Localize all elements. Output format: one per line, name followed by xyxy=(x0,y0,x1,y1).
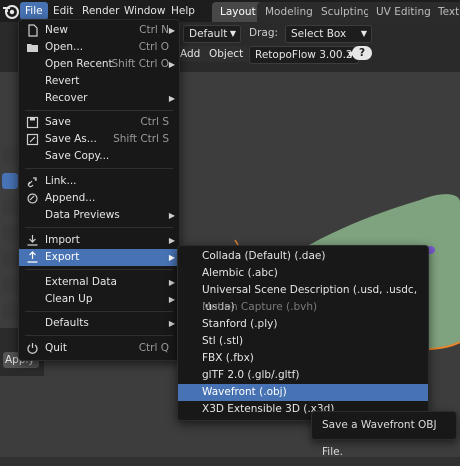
menu-item-save[interactable]: Save Ctrl S xyxy=(19,114,179,131)
menu-item-open-recent[interactable]: Open Recent Shift Ctrl O ▶ xyxy=(19,56,179,73)
append-icon xyxy=(27,193,38,204)
move-tool-icon[interactable] xyxy=(2,173,18,189)
export-item-ply[interactable]: Stanford (.ply) xyxy=(178,316,428,333)
menu-separator xyxy=(25,269,173,270)
chevron-right-icon: ▶ xyxy=(168,26,175,35)
rotate-tool-icon[interactable] xyxy=(2,199,18,215)
export-item-stl[interactable]: Stl (.stl) xyxy=(178,333,428,350)
chevron-right-icon: ▶ xyxy=(168,278,175,287)
menu-separator xyxy=(25,311,173,312)
chevron-right-icon: ▶ xyxy=(168,94,175,103)
menu-item-open[interactable]: Open... Ctrl O xyxy=(19,39,179,56)
menu-item-import[interactable]: Import ▶ xyxy=(19,232,179,249)
tab-texture[interactable]: Textu xyxy=(430,2,460,22)
orientation-dropdown[interactable]: Default ▼ xyxy=(183,25,241,43)
menu-file[interactable]: File xyxy=(20,2,48,20)
chevron-right-icon: ▶ xyxy=(168,211,175,220)
menu-separator xyxy=(25,168,173,169)
tab-modeling[interactable]: Modeling xyxy=(257,2,321,22)
menu-item-link[interactable]: Link... xyxy=(19,173,179,190)
export-item-alembic[interactable]: Alembic (.abc) xyxy=(178,265,428,282)
object-menu-button[interactable]: Object xyxy=(204,46,249,62)
chevron-right-icon: ▶ xyxy=(168,295,175,304)
menu-item-defaults[interactable]: Defaults ▶ xyxy=(19,315,179,332)
export-submenu: Collada (Default) (.dae) Alembic (.abc) … xyxy=(177,245,429,421)
menu-item-data-previews[interactable]: Data Previews ▶ xyxy=(19,207,179,224)
menu-item-save-as[interactable]: Save As... Shift Ctrl S xyxy=(19,131,179,148)
measure-tool-icon[interactable] xyxy=(2,303,18,319)
power-icon xyxy=(27,343,38,354)
menu-item-clean-up[interactable]: Clean Up ▶ xyxy=(19,291,179,308)
tab-uv-editing[interactable]: UV Editing xyxy=(368,2,439,22)
menu-help[interactable]: Help xyxy=(166,2,200,20)
new-file-icon xyxy=(28,24,38,37)
menu-item-recover[interactable]: Recover ▶ xyxy=(19,90,179,107)
menu-window[interactable]: Window xyxy=(119,2,170,20)
link-icon xyxy=(27,177,37,188)
drag-select-dropdown[interactable]: Select Box ▼ xyxy=(285,25,372,43)
orientation-value: Default xyxy=(189,28,228,40)
export-icon xyxy=(27,251,38,263)
save-as-icon xyxy=(26,133,39,146)
menu-item-export[interactable]: Export ▶ xyxy=(19,249,179,266)
blender-logo-icon[interactable] xyxy=(2,2,20,20)
annotate-tool-icon[interactable] xyxy=(2,277,18,293)
export-item-collada[interactable]: Collada (Default) (.dae) xyxy=(178,248,428,265)
export-item-fbx[interactable]: FBX (.fbx) xyxy=(178,350,428,367)
chevron-down-icon: ▼ xyxy=(360,29,367,38)
scale-tool-icon[interactable] xyxy=(2,225,18,241)
tooltip: Save a Wavefront OBJ File. xyxy=(311,411,457,458)
menu-item-append[interactable]: Append... xyxy=(19,190,179,207)
transform-tool-icon[interactable] xyxy=(2,251,18,267)
menu-separator xyxy=(25,335,173,336)
retopoflow-label: RetopoFlow 3.00.2 xyxy=(255,49,353,61)
menu-item-new[interactable]: New Ctrl N ▶ xyxy=(19,22,179,39)
import-icon xyxy=(27,235,38,246)
menu-separator xyxy=(25,227,173,228)
export-item-bvh: Motion Capture (.bvh) xyxy=(202,301,318,313)
menu-edit[interactable]: Edit xyxy=(48,2,78,20)
menu-separator xyxy=(25,110,173,111)
select-tool-icon[interactable] xyxy=(2,147,18,163)
file-menu: New Ctrl N ▶ Open... Ctrl O Open Recent … xyxy=(18,19,180,361)
save-icon xyxy=(26,116,39,129)
export-item-gltf[interactable]: glTF 2.0 (.glb/.gltf) xyxy=(178,367,428,384)
chevron-right-icon: ▶ xyxy=(168,319,175,328)
export-item-usd[interactable]: Universal Scene Description (.usd, .usdc… xyxy=(178,282,428,313)
menu-item-quit[interactable]: Quit Ctrl Q xyxy=(19,340,179,357)
menu-render[interactable]: Render xyxy=(77,2,124,20)
drag-value: Select Box xyxy=(291,28,347,40)
chevron-right-icon: ▶ xyxy=(168,253,175,262)
tab-layout[interactable]: Layout xyxy=(212,2,264,22)
chevron-right-icon: ▶ xyxy=(168,236,175,245)
folder-icon xyxy=(27,44,38,52)
drag-label: Drag: xyxy=(249,27,279,39)
help-icon[interactable]: ? xyxy=(352,46,372,60)
chevron-down-icon: ▼ xyxy=(229,29,236,38)
retopoflow-dropdown[interactable]: RetopoFlow 3.00.2 ▼ xyxy=(249,46,359,64)
menu-item-save-copy[interactable]: Save Copy... xyxy=(19,148,179,165)
menu-item-external-data[interactable]: External Data ▶ xyxy=(19,274,179,291)
chevron-right-icon: ▶ xyxy=(168,60,175,69)
export-item-wavefront[interactable]: Wavefront (.obj) xyxy=(178,384,428,401)
menu-item-revert[interactable]: Revert xyxy=(19,73,179,90)
